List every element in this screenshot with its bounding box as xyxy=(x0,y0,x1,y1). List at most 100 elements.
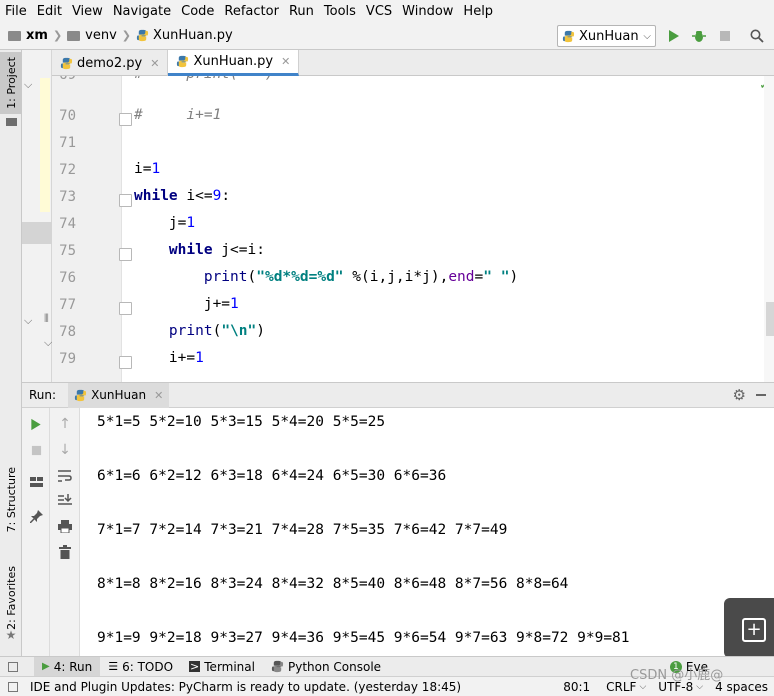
code-line[interactable]: i=1 xyxy=(134,161,160,177)
folder-icon xyxy=(8,30,21,41)
tab-xunhuan[interactable]: XunHuan.py ✕ xyxy=(168,50,300,76)
rerun-button[interactable] xyxy=(28,416,44,432)
python-file-icon xyxy=(136,29,149,42)
code-line[interactable]: j=1 xyxy=(134,215,195,231)
arrow-down-icon[interactable]: ↓ xyxy=(57,442,73,458)
minimize-icon[interactable] xyxy=(756,394,766,396)
menu-tools[interactable]: Tools xyxy=(319,4,361,19)
menu-help[interactable]: Help xyxy=(458,4,498,19)
menu-file[interactable]: File xyxy=(0,4,32,19)
code-line[interactable]: print("\n") xyxy=(134,323,265,339)
tool-tab-python-console[interactable]: Python Console xyxy=(263,657,389,677)
menu-refactor[interactable]: Refactor xyxy=(219,4,284,19)
tool-tab-terminal[interactable]: > Terminal xyxy=(181,657,263,677)
breadcrumb-file[interactable]: XunHuan.py xyxy=(136,28,233,43)
pin-button[interactable] xyxy=(28,508,44,524)
editor-scrollbar[interactable] xyxy=(764,76,774,382)
play-icon: ▶ xyxy=(42,661,50,672)
code-line[interactable]: i+=1 xyxy=(134,350,204,366)
code-line[interactable]: print("%d*%d=%d" %(i,j,i*j),end=" ") xyxy=(134,269,518,285)
stop-button[interactable] xyxy=(716,27,734,45)
run-configuration-select[interactable]: XunHuan ⌵ xyxy=(557,25,656,47)
left-tool-strip: 1: Project 7: Structure 2: Favorites ★ xyxy=(0,50,22,676)
fold-marker-icon[interactable] xyxy=(119,302,132,315)
project-tool-tab[interactable]: 1: Project xyxy=(0,52,22,114)
code-editor[interactable]: 69 70 71 72 73 74 75 76 77 78 79 # print(" ") # i+=… xyxy=(52,76,774,382)
fold-marker-icon[interactable] xyxy=(119,356,132,369)
code-line[interactable]: while j<=i: xyxy=(134,242,265,258)
run-console-output[interactable]: 5*1=5 5*2=10 5*3=15 5*4=20 5*5=25 6*1=6 6… xyxy=(80,408,774,656)
console-controls-column: ↑ ↓ xyxy=(50,408,80,656)
line-number: 73 xyxy=(59,189,76,205)
menu-bar: File Edit View Navigate Code Refactor Ru… xyxy=(0,0,774,22)
chevron-down-icon[interactable]: ⌵ xyxy=(24,314,32,328)
menu-vcs[interactable]: VCS xyxy=(361,4,397,19)
print-button[interactable] xyxy=(57,518,73,534)
scroll-to-end-button[interactable] xyxy=(57,492,73,508)
run-controls-column xyxy=(22,408,50,656)
fold-marker-icon[interactable] xyxy=(119,194,132,207)
chevron-down-icon: ⌵ xyxy=(696,681,704,692)
status-message[interactable]: IDE and Plugin Updates: PyCharm is ready… xyxy=(30,680,461,694)
menu-code[interactable]: Code xyxy=(176,4,219,19)
run-tab-xunhuan[interactable]: XunHuan ✕ xyxy=(68,382,170,408)
status-toggle-icon[interactable] xyxy=(8,681,18,692)
code-line[interactable]: while i<=9: xyxy=(134,188,230,204)
code-line[interactable]: j+=1 xyxy=(134,296,239,312)
floating-badge[interactable]: + xyxy=(724,598,774,658)
folder-icon xyxy=(67,30,81,41)
line-number: 75 xyxy=(59,243,76,259)
tab-demo2[interactable]: demo2.py ✕ xyxy=(52,50,169,76)
caret-position[interactable]: 80:1 xyxy=(563,680,590,694)
line-number: 79 xyxy=(59,351,76,367)
fold-marker-icon[interactable] xyxy=(119,113,132,126)
favorites-tool-tab[interactable]: 2: Favorites xyxy=(0,560,22,636)
python-file-icon xyxy=(562,30,575,42)
close-icon[interactable]: ✕ xyxy=(150,57,159,70)
menu-edit[interactable]: Edit xyxy=(32,4,67,19)
console-output-line: 5*1=5 5*2=10 5*3=15 5*4=20 5*5=25 xyxy=(97,414,386,430)
debug-button[interactable] xyxy=(690,27,708,45)
tool-tab-run[interactable]: ▶ 4: Run xyxy=(34,656,101,677)
python-file-icon xyxy=(177,55,189,68)
arrow-up-icon[interactable]: ↑ xyxy=(57,416,73,432)
chevron-right-icon: ❯ xyxy=(52,29,63,42)
stop-icon xyxy=(720,31,730,41)
chevron-down-icon: ⌵ xyxy=(643,30,651,42)
close-icon[interactable]: ✕ xyxy=(154,389,163,402)
structure-tool-tab[interactable]: 7: Structure xyxy=(0,460,22,540)
stop-run-button[interactable] xyxy=(28,442,44,458)
print-icon xyxy=(58,519,72,533)
search-everywhere-button[interactable] xyxy=(748,27,766,45)
gear-icon[interactable]: ⚙ xyxy=(733,386,746,404)
soft-wrap-button[interactable] xyxy=(57,468,73,484)
python-file-icon xyxy=(60,57,73,69)
menu-navigate[interactable]: Navigate xyxy=(108,4,176,19)
line-number: 71 xyxy=(59,135,76,151)
tool-tab-todo[interactable]: ☰ 6: TODO xyxy=(100,657,181,677)
pin-icon xyxy=(29,509,43,523)
editor-tab-bar: demo2.py ✕ XunHuan.py ✕ xyxy=(52,50,774,76)
tree-selected-row[interactable] xyxy=(22,222,52,244)
run-button[interactable] xyxy=(665,27,683,45)
breadcrumb-project[interactable]: xm ❯ xyxy=(8,28,67,43)
clear-all-button[interactable] xyxy=(57,544,73,560)
menu-run[interactable]: Run xyxy=(284,4,319,19)
chevron-down-icon[interactable]: ⌵ xyxy=(24,78,32,92)
library-icon: ⦀ xyxy=(44,312,49,325)
chevron-down-icon: ⌵ xyxy=(639,681,647,692)
layout-button[interactable] xyxy=(28,474,44,490)
close-icon[interactable]: ✕ xyxy=(281,55,290,68)
tool-windows-icon[interactable] xyxy=(8,661,18,672)
soft-wrap-icon xyxy=(58,470,72,482)
console-output-line: 6*1=6 6*2=12 6*3=18 6*4=24 6*5=30 6*6=36 xyxy=(97,468,447,484)
line-number: 70 xyxy=(59,108,76,124)
fold-marker-icon[interactable] xyxy=(119,248,132,261)
code-line[interactable]: # print(" ") xyxy=(134,76,274,82)
code-line[interactable]: # i+=1 xyxy=(134,107,221,123)
star-icon: ★ xyxy=(5,628,17,642)
run-panel-header: Run: XunHuan ✕ ⚙ xyxy=(22,382,774,408)
menu-window[interactable]: Window xyxy=(397,4,458,19)
menu-view[interactable]: View xyxy=(67,4,108,19)
breadcrumb-folder[interactable]: venv ❯ xyxy=(67,28,136,43)
